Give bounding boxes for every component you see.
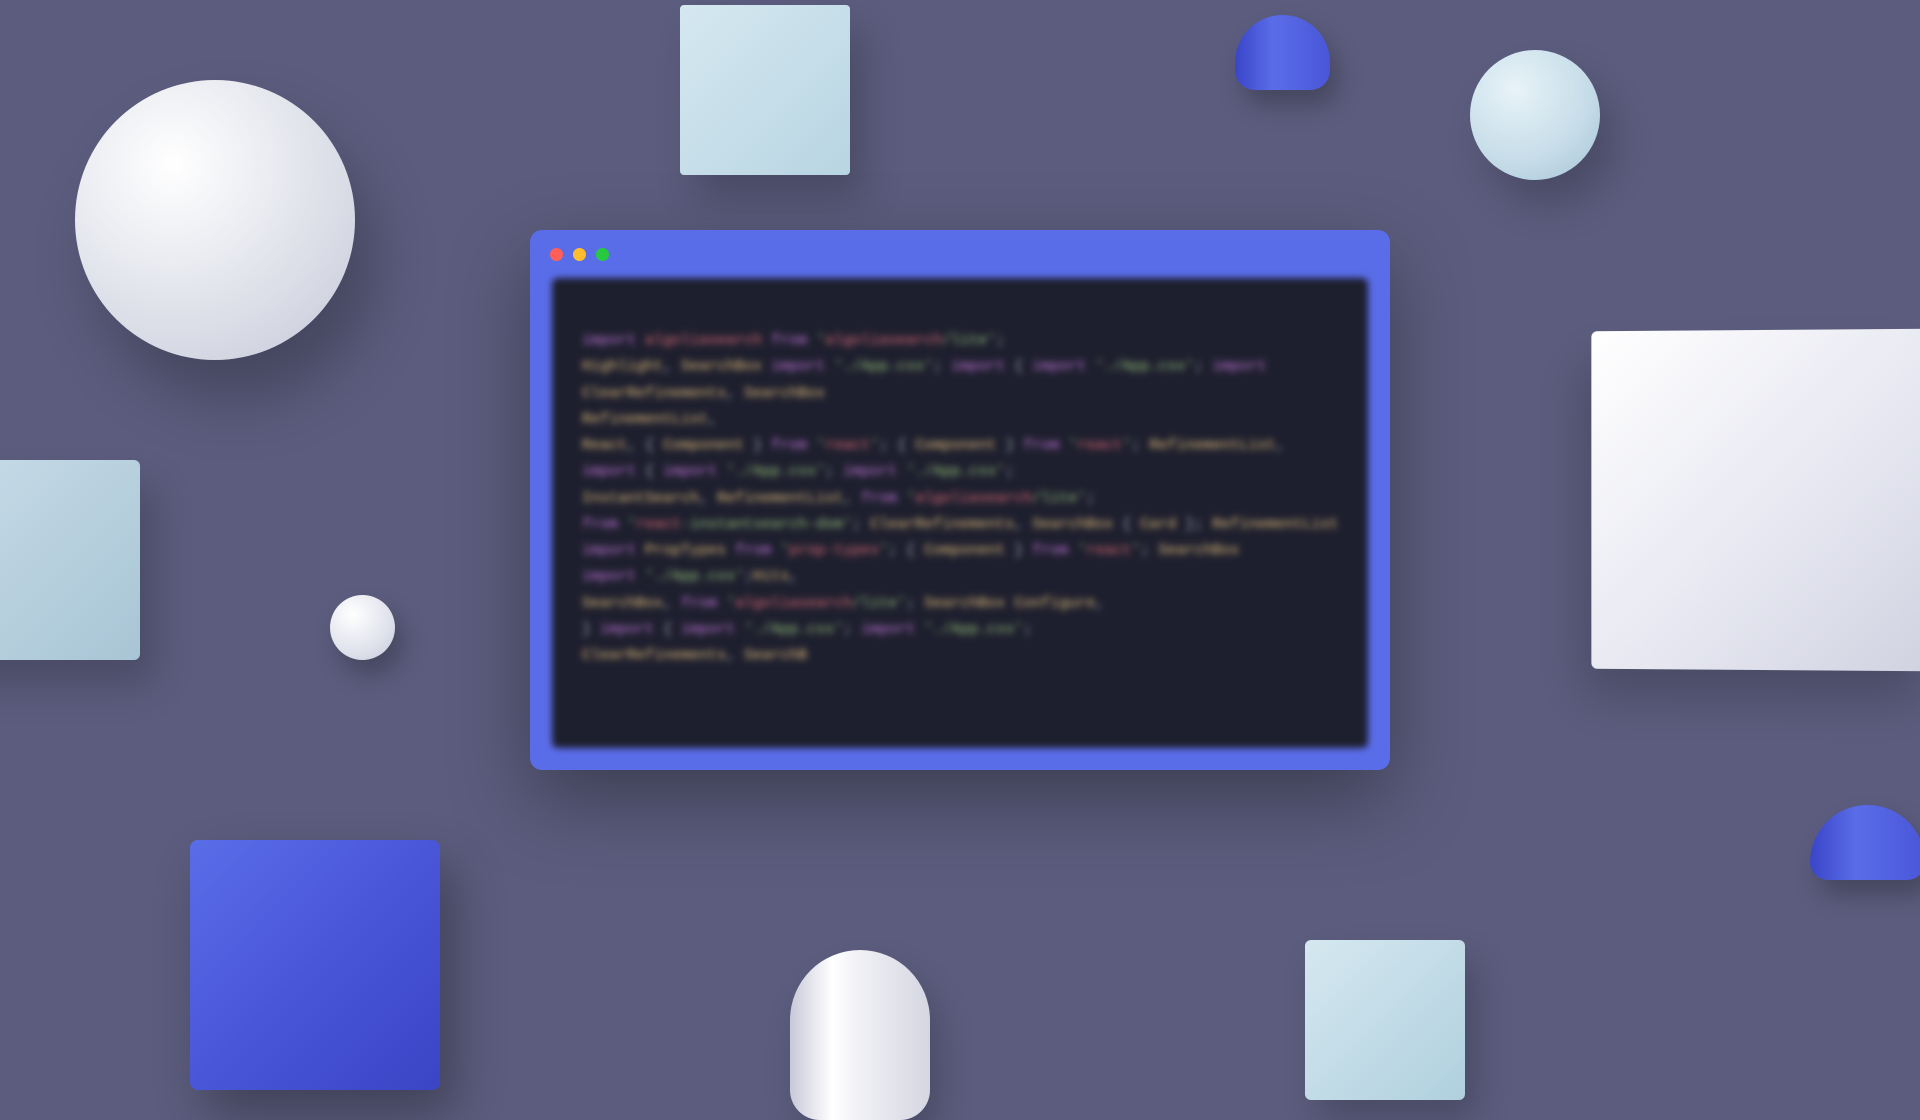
code-line: SearchBox, from 'algoliasearch/lite'; Se…: [582, 591, 1338, 617]
cube-blue-bottomleft: [190, 840, 440, 1090]
cube-white-right: [1591, 329, 1920, 672]
sphere-white-large: [75, 80, 355, 360]
code-line: import algoliasearch from 'algoliasearch…: [582, 328, 1338, 354]
code-line: ClearRefinements, SearchBox: [582, 381, 1338, 407]
code-content-blurred: import algoliasearch from 'algoliasearch…: [552, 278, 1368, 748]
code-line: import './App.css';Hits,: [582, 564, 1338, 590]
code-line: RefinementList,: [582, 407, 1338, 433]
close-icon[interactable]: [550, 248, 563, 261]
maximize-icon[interactable]: [596, 248, 609, 261]
cube-lightblue-bottomright: [1305, 940, 1465, 1100]
code-line: import PropTypes from 'prop-types'; { Co…: [582, 538, 1338, 564]
code-line: import { import './App.css'; import './A…: [582, 459, 1338, 485]
code-line: Highlight, SearchBox import './App.css';…: [582, 354, 1338, 380]
cylinder-white-bottom: [790, 950, 930, 1120]
code-line: from 'react-instantsearch-dom'; ClearRef…: [582, 512, 1338, 538]
cylinder-blue-right: [1810, 805, 1920, 880]
sphere-white-small: [330, 595, 395, 660]
code-line: } import { import './App.css'; import '.…: [582, 617, 1338, 643]
minimize-icon[interactable]: [573, 248, 586, 261]
code-line: ClearRefinements, SearchB: [582, 643, 1338, 669]
window-titlebar: [530, 230, 1390, 278]
sphere-lightblue-topright: [1470, 50, 1600, 180]
cube-lightblue-top: [680, 5, 850, 175]
cube-lightblue-left: [0, 460, 140, 660]
code-line: React, { Component } from 'react'; { Com…: [582, 433, 1338, 459]
code-editor-window: import algoliasearch from 'algoliasearch…: [530, 230, 1390, 770]
cylinder-blue-top: [1235, 15, 1330, 90]
code-line: InstantSearch, RefinementList, from 'alg…: [582, 486, 1338, 512]
